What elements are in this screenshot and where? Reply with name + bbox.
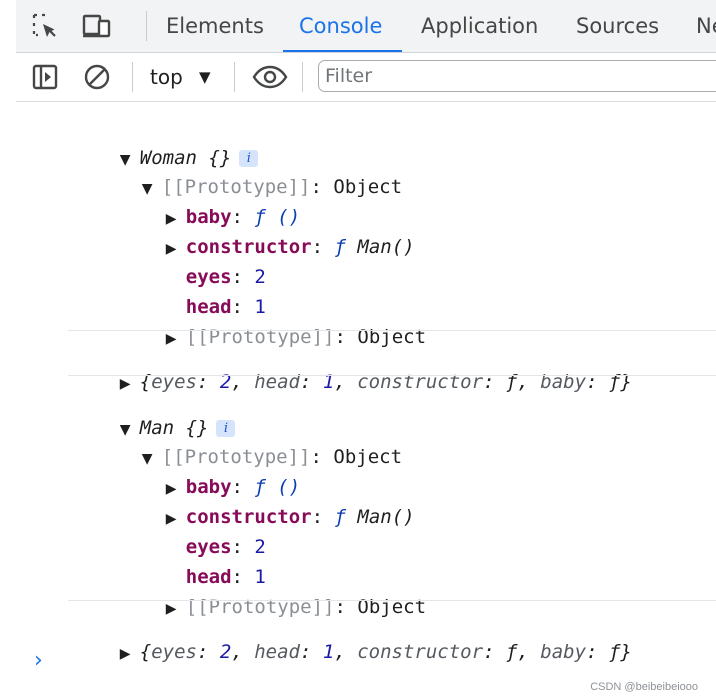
log-entry-summary[interactable]: ▶ {eyes: 2, head: 1, constructor: ƒ, baby… — [74, 610, 632, 663]
function-glyph: ƒ — [334, 506, 346, 528]
chevron-down-icon[interactable]: ▼ — [199, 68, 211, 86]
console-output: ▼ Woman {} i ▼ [[Prototype]]: Object ▶ baby:… — [0, 102, 716, 699]
property-row[interactable]: ▶ baby: ƒ () — [120, 175, 300, 228]
prototype-row[interactable]: ▶ [[Prototype]]: Object — [120, 565, 426, 618]
summary-key: constructor — [357, 641, 484, 663]
property-row: eyes: 2 — [185, 536, 266, 558]
watermark: CSDN @beibeibeiooo — [590, 681, 698, 693]
clear-console-icon[interactable] — [82, 62, 112, 92]
context-selector[interactable]: top — [150, 53, 183, 101]
tab-bar-separator — [146, 11, 147, 41]
device-toolbar-icon[interactable] — [82, 12, 112, 40]
console-toolbar: top ▼ — [16, 53, 716, 102]
toolbar-separator — [302, 62, 303, 92]
property-row[interactable]: ▶ constructor: ƒ Man() — [120, 205, 415, 258]
prototype-row[interactable]: ▼ [[Prototype]]: Object — [96, 415, 402, 468]
devtools-tab-bar: Elements Console Application Sources Ne — [16, 0, 716, 53]
summary-value: 2 — [219, 641, 232, 663]
console-prompt-icon[interactable]: › — [34, 648, 43, 673]
summary-value: ƒ — [505, 641, 518, 663]
property-value: Man() — [357, 236, 415, 258]
tab-network[interactable]: Ne — [696, 0, 716, 52]
summary-value: 1 — [322, 641, 335, 663]
toolbar-separator — [234, 62, 235, 92]
tab-application[interactable]: Application — [421, 0, 538, 52]
filter-input[interactable] — [318, 60, 716, 92]
prototype-row[interactable]: ▼ [[Prototype]]: Object — [96, 145, 402, 198]
summary-key: baby — [540, 641, 587, 663]
prototype-type: Object — [333, 176, 403, 198]
log-divider — [68, 330, 716, 331]
property-row[interactable]: ▶ baby: ƒ () — [120, 445, 300, 498]
summary-key: eyes — [151, 641, 197, 663]
log-entry-header[interactable]: ▼ Woman {} i — [74, 116, 259, 169]
log-entry-summary[interactable]: ▶ {eyes: 2, head: 1, constructor: ƒ, baby… — [74, 340, 632, 393]
summary-value: ƒ — [608, 641, 621, 663]
log-divider — [68, 600, 716, 601]
property-row[interactable]: ▶ constructor: ƒ Man() — [120, 475, 415, 528]
sidebar-toggle-icon[interactable] — [30, 62, 60, 92]
prototype-row[interactable]: ▶ [[Prototype]]: Object — [120, 295, 426, 348]
tab-sources[interactable]: Sources — [576, 0, 659, 52]
log-divider — [68, 375, 716, 376]
log-entry-header[interactable]: ▼ Man {} i — [74, 386, 236, 439]
tab-elements[interactable]: Elements — [166, 0, 264, 52]
toolbar-separator — [132, 62, 133, 92]
property-row: head: 1 — [185, 296, 266, 318]
function-glyph: ƒ — [334, 236, 346, 258]
tab-console[interactable]: Console — [282, 0, 403, 52]
inspect-element-icon[interactable] — [30, 12, 60, 40]
prototype-type: Object — [333, 446, 403, 468]
brace: } — [620, 641, 632, 663]
property-row: eyes: 2 — [185, 266, 266, 288]
eye-icon[interactable] — [252, 62, 288, 92]
brace: { — [139, 641, 152, 663]
property-row: head: 1 — [185, 566, 266, 588]
summary-key: head — [254, 641, 300, 663]
property-value: Man() — [357, 506, 415, 528]
expand-triangle-icon[interactable]: ▶ — [120, 640, 140, 668]
